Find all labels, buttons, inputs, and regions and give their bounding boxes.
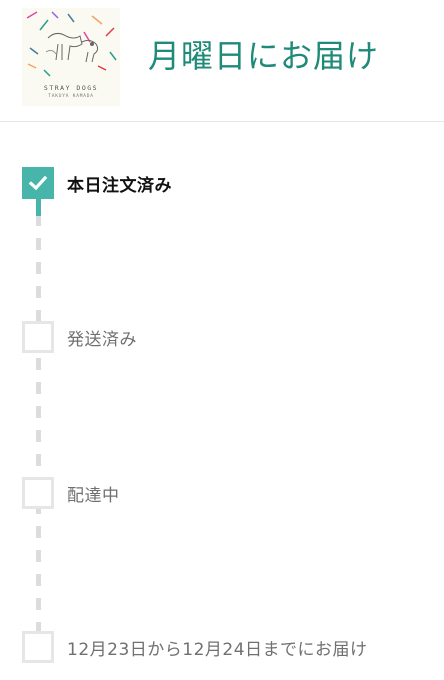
step-label: 配達中	[67, 485, 120, 506]
step-checkbox-checked	[22, 167, 54, 199]
step-delivered: 12月23日から12月24日までにお届け	[22, 631, 368, 663]
step-in-delivery: 配達中	[22, 477, 120, 509]
step-ordered: 本日注文済み	[22, 167, 172, 199]
step-checkbox	[22, 477, 54, 509]
order-progress-timeline: 本日注文済み 発送済み 配達中 12月23日から12月24日までにお届け	[0, 122, 444, 680]
step-shipped: 発送済み	[22, 321, 137, 353]
album-art[interactable]: STRAY DOGS TAKUYA KAMADA	[22, 8, 120, 106]
step-label: 12月23日から12月24日までにお届け	[67, 639, 368, 660]
delivery-title: 月曜日にお届け	[148, 37, 380, 75]
album-title: STRAY DOGS	[43, 84, 99, 92]
timeline-dashed-line	[36, 214, 41, 644]
step-checkbox	[22, 321, 54, 353]
header: STRAY DOGS TAKUYA KAMADA 月曜日にお届け	[0, 0, 444, 122]
step-checkbox	[22, 631, 54, 663]
step-label: 本日注文済み	[67, 175, 172, 196]
check-icon	[28, 175, 48, 191]
step-label: 発送済み	[67, 329, 137, 350]
album-artist: TAKUYA KAMADA	[48, 94, 94, 99]
